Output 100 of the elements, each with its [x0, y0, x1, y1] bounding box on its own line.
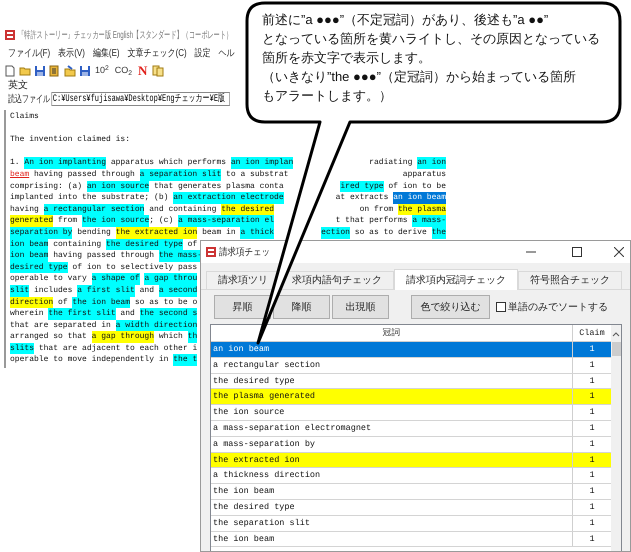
- highlighted-phrase: an ion source: [86, 180, 150, 192]
- text-fragment: of ion to selectively pass: [71, 262, 198, 274]
- tab[interactable]: 請求項内冠詞チェック: [394, 269, 518, 290]
- table-cell-text: 1: [588, 390, 596, 404]
- menu-item[interactable]: 文章チェック(C): [128, 46, 187, 60]
- folder-icon[interactable]: [18, 64, 30, 76]
- table-cell: the plasma generated: [211, 389, 573, 404]
- text-fragment: at extracts: [336, 192, 390, 204]
- table-row[interactable]: an ion beam 1: [211, 342, 611, 358]
- table-cell-text: 1: [588, 469, 596, 482]
- table-row[interactable]: the desired type 1: [211, 374, 611, 390]
- text-fragment: operable to vary: [10, 273, 88, 285]
- copy-icon[interactable]: [152, 64, 164, 76]
- sort-button[interactable]: 降順: [273, 295, 330, 319]
- highlighted-phrase: the second s: [140, 308, 198, 320]
- table-row[interactable]: the desired type 1: [211, 500, 611, 516]
- checkbox[interactable]: [496, 302, 506, 312]
- folder-arrow-icon[interactable]: [64, 64, 76, 76]
- toolbar-button[interactable]: N: [136, 64, 150, 77]
- table-cell-text: 1: [588, 406, 596, 420]
- highlighted-phrase: a mass-separation el: [178, 215, 274, 227]
- document-lines-icon[interactable]: [48, 64, 60, 76]
- table-row[interactable]: the ion beam 1: [211, 532, 611, 548]
- table-row[interactable]: a mass-separation by 1: [211, 436, 611, 453]
- text-fragment: having passed through: [33, 168, 136, 181]
- text-fragment: operable to move independently in: [10, 354, 170, 366]
- text-fragment: that are separated in: [10, 320, 112, 332]
- table-row[interactable]: a rectangular section 1: [211, 358, 611, 374]
- highlighted-phrase: the t: [173, 354, 198, 366]
- table-cell: a mass-separation by: [211, 436, 573, 452]
- highlighted-phrase: desired type: [10, 262, 68, 274]
- checkbox-label: 単語のみでソートする: [508, 300, 608, 314]
- menu-item[interactable]: ヘル: [218, 46, 235, 60]
- highlighted-phrase: a shape of: [92, 273, 140, 285]
- highlighted-phrase: separation by: [10, 226, 72, 239]
- new-document-icon[interactable]: [4, 64, 16, 76]
- text-fragment: beam in: [201, 226, 237, 239]
- table-cell: the separation slit: [211, 516, 573, 531]
- table-row[interactable]: the ion beam 1: [211, 484, 611, 500]
- highlighted-phrase: the mass-: [158, 250, 202, 262]
- highlighted-phrase: beam: [10, 168, 30, 181]
- text-fragment: on from: [360, 204, 394, 216]
- highlighted-phrase: a gap throu: [144, 273, 198, 285]
- menu-item[interactable]: ファイル(F): [8, 46, 50, 60]
- toolbar-button[interactable]: 10$^{2}$: [93, 66, 111, 75]
- table-row[interactable]: the extracted ion 1: [211, 452, 611, 468]
- scroll-up-icon[interactable]: [612, 330, 620, 338]
- menu-item[interactable]: 表示(V): [58, 46, 85, 60]
- column-header[interactable]: Claim: [573, 325, 611, 341]
- menu-item[interactable]: 編集(E): [92, 46, 120, 60]
- table-cell-text: 1: [588, 516, 596, 530]
- highlighted-phrase: the: [432, 226, 446, 239]
- table-row[interactable]: a thickness direction 1: [211, 468, 611, 484]
- text-fragment: t that performs: [336, 215, 409, 227]
- text-fragment: from: [57, 215, 78, 227]
- highlighted-phrase: an ion implan: [230, 157, 294, 169]
- highlighted-phrase: a second: [158, 284, 198, 296]
- highlighted-phrase: An ion implanting: [24, 157, 106, 169]
- maximize-icon[interactable]: [572, 247, 582, 257]
- text-fragment: comprising: (a): [10, 180, 84, 192]
- close-icon[interactable]: [614, 247, 624, 257]
- table-row[interactable]: the plasma generated 1: [211, 389, 611, 406]
- toolbar-button[interactable]: CO$_{2}$: [112, 66, 134, 75]
- text-fragment: of: [186, 238, 198, 250]
- text-fragment: and: [138, 284, 156, 296]
- highlighted-phrase: a separation slit: [140, 168, 222, 181]
- text-fragment: radiating: [369, 157, 414, 169]
- highlighted-phrase: ired type: [340, 180, 384, 192]
- text-fragment: apparatus: [402, 168, 446, 181]
- filter-button[interactable]: 色で絞り込む: [411, 295, 490, 319]
- table-row[interactable]: the separation slit 1: [211, 516, 611, 532]
- table-cell-text: 1: [588, 454, 596, 467]
- text-fragment: arranged so that: [10, 331, 88, 343]
- table-cell-text: 1: [588, 500, 596, 514]
- tab[interactable]: 符号照合チェック: [518, 271, 622, 289]
- highlighted-phrase: a first slit: [77, 284, 135, 296]
- highlighted-phrase: the ion source: [82, 215, 150, 227]
- text-fragment: having: [10, 204, 40, 216]
- text-fragment: wherein: [10, 308, 45, 320]
- callout-text: 前述に”a ●●●”（不定冠詞）があり、後述も”a ●●” となっている箇所を黄ハライトし、その原因となっている 箇所を赤文字で表示します。 （いきなり”the ●●●”（定冠詞）から始まっている箇所 もアラートします。）: [262, 11, 601, 105]
- table-cell: the desired type: [211, 500, 573, 515]
- scrollbar-thumb[interactable]: [612, 342, 620, 356]
- table-cell-text: 1: [588, 532, 596, 546]
- app-icon: [206, 247, 216, 257]
- table-cell: a rectangular section: [211, 358, 573, 373]
- text-fragment: that generates plasma conta: [153, 180, 284, 192]
- window-title: 『特許ストーリー』チェッカー版 English【スタンダード】（コーポレート）: [18, 28, 232, 42]
- sort-button[interactable]: 出現順: [332, 295, 389, 319]
- table-row[interactable]: a mass-separation electromagnet 1: [211, 420, 611, 437]
- text-fragment: containing: [52, 238, 102, 250]
- menu-item[interactable]: 設定: [194, 46, 211, 60]
- sort-button[interactable]: 昇順: [214, 295, 271, 319]
- highlighted-phrase: the desired: [221, 204, 274, 216]
- highlighted-phrase: direction: [10, 296, 54, 308]
- table-cell-text: 1: [588, 485, 596, 498]
- text-fragment: which: [158, 331, 184, 343]
- app-icon: [5, 30, 15, 40]
- scrollbar[interactable]: [611, 325, 621, 551]
- text-fragment: apparatus which performs: [110, 157, 228, 169]
- table-row[interactable]: the ion source 1: [211, 405, 611, 421]
